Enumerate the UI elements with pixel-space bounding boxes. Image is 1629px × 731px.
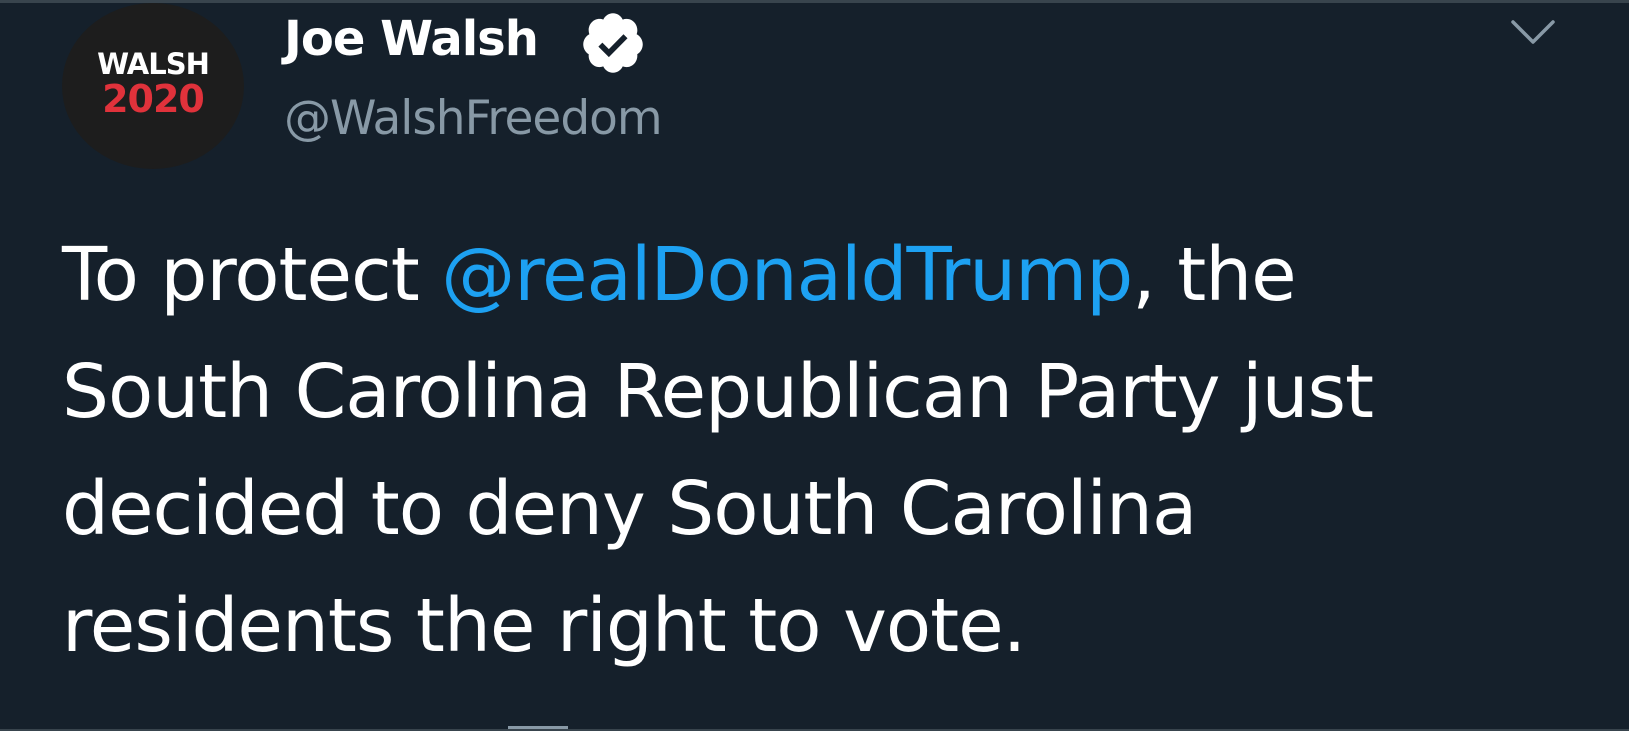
avatar-logo-line2: 2020 — [102, 77, 205, 121]
tweet-card: WALSH 2020 Joe Walsh @WalshFreedom To pr… — [0, 0, 1629, 731]
mention-link[interactable]: @realDonaldTrump — [441, 232, 1133, 318]
avatar[interactable]: WALSH 2020 — [62, 3, 244, 169]
tweet-text-start: To protect — [62, 232, 442, 318]
avatar-logo-line1: WALSH — [97, 47, 210, 81]
author-display-name[interactable]: Joe Walsh — [284, 11, 539, 67]
author-handle[interactable]: @WalshFreedom — [284, 91, 663, 146]
tweet-text: To protect @realDonaldTrump, the South C… — [62, 217, 1562, 685]
chevron-down-icon[interactable] — [1509, 17, 1557, 47]
scroll-indicator — [508, 726, 568, 729]
verified-badge-icon — [583, 13, 643, 73]
